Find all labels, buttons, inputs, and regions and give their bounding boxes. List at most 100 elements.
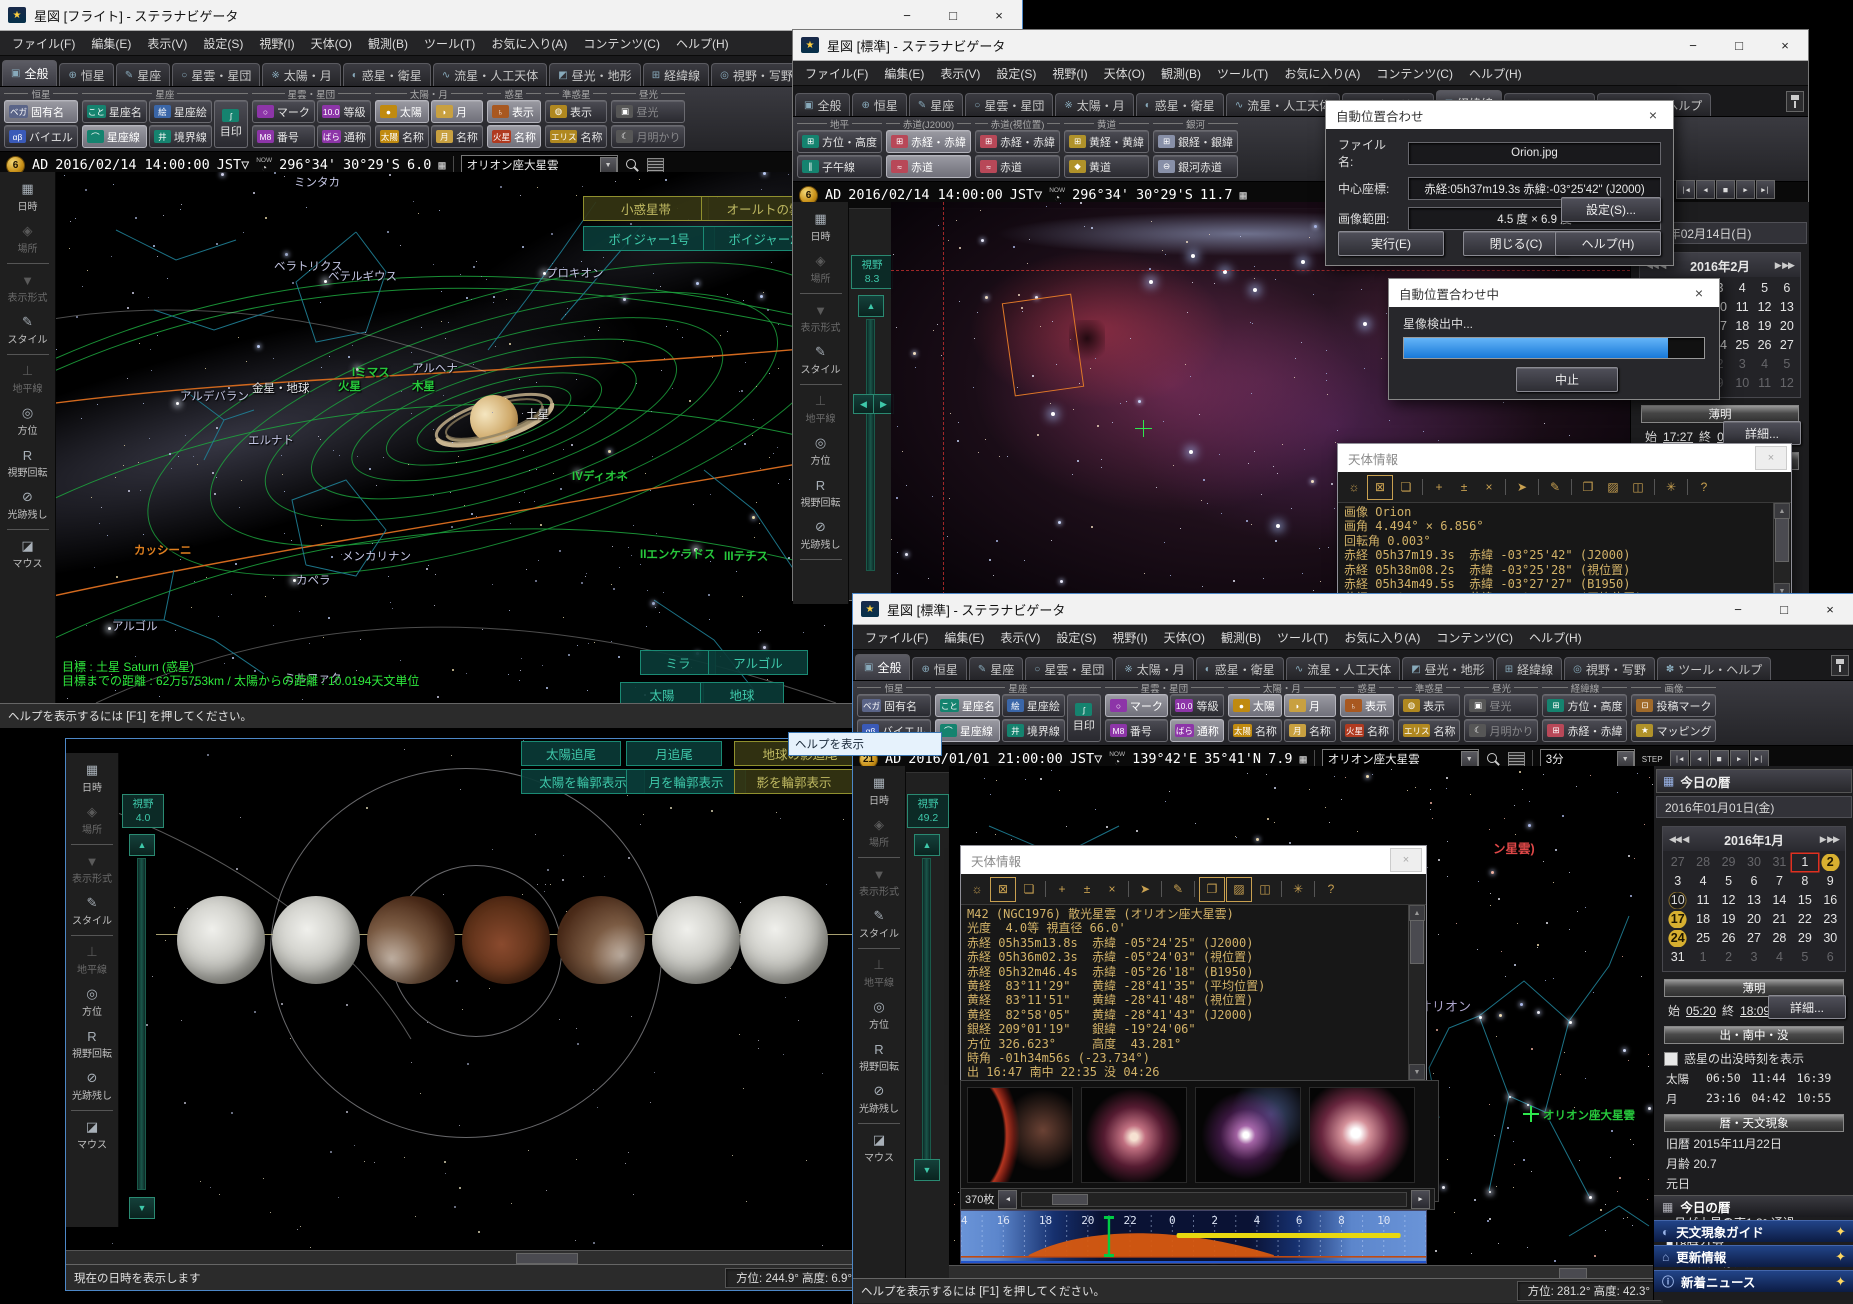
calendar-day[interactable]: 13 — [1741, 892, 1766, 909]
calendar-day[interactable]: 20 — [1776, 318, 1798, 335]
tab-星座[interactable]: ✎星座 — [116, 63, 170, 86]
detail-button[interactable]: 詳細... — [1723, 421, 1801, 445]
toolbar-button-子午線[interactable]: ∥子午線 — [797, 155, 882, 178]
scroll-thumb[interactable] — [1410, 920, 1424, 964]
vertical-scrollbar[interactable]: ▲▼ — [1773, 503, 1790, 599]
calendar-day[interactable]: 17 — [1665, 911, 1690, 928]
calendar-day[interactable]: 6 — [1776, 280, 1798, 297]
calendar-day[interactable]: 28 — [1767, 930, 1792, 947]
help-icon[interactable]: ? — [1692, 476, 1716, 499]
toolbar-button-星座絵[interactable]: 絵星座絵 — [149, 100, 212, 123]
calendar-day[interactable]: 9 — [1818, 873, 1843, 890]
scroll-thumb[interactable] — [516, 1253, 578, 1264]
panels-icon[interactable]: ◫ — [1253, 878, 1277, 901]
toolbar-button-番号[interactable]: M8番号 — [1105, 719, 1168, 742]
datetime-value[interactable]: 2016/02/14 14:00:00 — [848, 187, 1002, 203]
latitude[interactable]: 35°41'N — [1204, 751, 1261, 767]
calendar-day[interactable]: 1 — [1792, 854, 1817, 871]
settings-button[interactable]: 設定(S)... — [1561, 197, 1661, 222]
sidebar-item-視野回転[interactable]: R視野回転 — [67, 1023, 117, 1065]
close-button[interactable]: 閉じる(C) — [1463, 231, 1569, 256]
eclipse-view[interactable]: 太陽追尾月追尾地球の影追尾太陽を輪郭表示月を輪郭表示影を輪郭表示 — [66, 739, 855, 1250]
menu-item[interactable]: お気に入り(A) — [483, 32, 575, 55]
shapes-icon[interactable]: ❏ — [1394, 476, 1418, 499]
toolbar-button-マッピング[interactable]: ★マッピング — [1631, 719, 1716, 742]
calendar-day[interactable]: 30 — [1818, 930, 1843, 947]
menu-item[interactable]: 天体(O) — [1096, 62, 1153, 85]
map-button[interactable]: ボイジャー1号 — [583, 226, 715, 251]
longitude[interactable]: 296°34' — [279, 157, 336, 173]
photo-thumbnail[interactable] — [967, 1087, 1073, 1183]
toolbar-button-等級[interactable]: 10.0等級 — [1170, 694, 1224, 717]
playback-button[interactable]: ▶| — [1756, 180, 1775, 199]
tab-経緯線[interactable]: ⊞経緯線 — [643, 63, 709, 86]
toolbar-button-投稿マーク[interactable]: ⊡投稿マーク — [1631, 694, 1716, 717]
calendar-day[interactable]: 19 — [1716, 911, 1741, 928]
toolbar-button-番号[interactable]: M8番号 — [252, 125, 315, 148]
tab-星雲・星団[interactable]: ○星雲・星団 — [1025, 657, 1113, 680]
map-hscrollbar[interactable] — [949, 1265, 1653, 1279]
calendar-day[interactable]: 15 — [1792, 892, 1817, 909]
menu-item[interactable]: 表示(V) — [932, 62, 988, 85]
sidebar-item-表示形式[interactable]: ▼表示形式 — [796, 297, 846, 339]
menu-item[interactable]: 編集(E) — [936, 626, 992, 649]
calendar-day[interactable]: 1 — [1690, 949, 1715, 966]
calendar-day[interactable]: 26 — [1716, 930, 1741, 947]
menu-item[interactable]: ヘルプ(H) — [1461, 62, 1530, 85]
map-hscrollbar[interactable] — [66, 1250, 855, 1264]
sidebar-item-スタイル[interactable]: ✎スタイル — [3, 309, 53, 351]
toolbar-button-黄経・黄緯[interactable]: ⊞黄経・黄緯 — [1064, 130, 1149, 153]
calendar-day[interactable]: 12 — [1716, 892, 1741, 909]
next-year-button[interactable]: ▶ ▶▶ — [1775, 260, 1794, 271]
calendar-day[interactable]: 4 — [1690, 873, 1715, 890]
calendar-day[interactable]: 24 — [1665, 930, 1690, 947]
sidebar-item-表示形式[interactable]: ▼表示形式 — [854, 861, 904, 903]
menu-item[interactable]: 視野(I) — [1044, 62, 1095, 85]
menu-item[interactable]: ファイル(F) — [797, 62, 876, 85]
crosshair-icon[interactable]: + — [1050, 878, 1074, 901]
sidebar-item-視野回転[interactable]: R視野回転 — [796, 472, 846, 514]
accordion-bar[interactable]: ⓘ新着ニュース✦ — [1654, 1270, 1853, 1292]
calendar-day[interactable]: 19 — [1753, 318, 1775, 335]
list-icon[interactable] — [647, 158, 664, 173]
map-button[interactable]: 太陽追尾 — [521, 741, 621, 766]
calendar-day[interactable]: 30 — [1741, 854, 1766, 871]
menu-item[interactable]: ツール(T) — [1209, 62, 1276, 85]
start-time[interactable]: 17:27 — [1663, 430, 1693, 444]
toolbar-button-名称[interactable]: エリス名称 — [545, 125, 608, 148]
scroll-down-button[interactable]: ▼ — [1409, 1064, 1425, 1080]
sidebar-item-表示形式[interactable]: ▼表示形式 — [67, 848, 117, 890]
accordion-bar[interactable]: ▦今日の暦 — [1654, 1195, 1853, 1217]
toolbar-button-目印[interactable]: ʃ目印 — [1067, 694, 1101, 742]
menu-item[interactable]: 設定(S) — [1048, 626, 1104, 649]
calendar-day[interactable]: 10 — [1665, 892, 1690, 909]
toolbar-button-昼光[interactable]: ▣昼光 — [1464, 694, 1538, 717]
playback-button[interactable]: ■ — [1716, 180, 1735, 199]
scroll-thumb[interactable] — [1775, 518, 1789, 562]
menu-item[interactable]: 観測(B) — [1153, 62, 1209, 85]
toolbar-button-太陽[interactable]: ●太陽 — [1228, 694, 1282, 717]
toolbar-button-マーク[interactable]: ○マーク — [252, 100, 315, 123]
vertical-scrollbar[interactable]: ▲▼ — [1408, 905, 1425, 1080]
photo-thumbnail[interactable] — [1309, 1087, 1415, 1183]
sun-icon[interactable]: ☼ — [965, 878, 989, 901]
image-icon[interactable]: ▨ — [1601, 476, 1625, 499]
sidebar-item-日時[interactable]: ▦日時 — [796, 206, 846, 248]
toolbar-button-等級[interactable]: 10.0等級 — [317, 100, 371, 123]
calendar-day[interactable]: 23 — [1818, 911, 1843, 928]
toolbar-button-赤道[interactable]: ≈赤道 — [886, 155, 971, 178]
close-icon[interactable]: × — [1390, 848, 1422, 872]
sidebar-item-視野回転[interactable]: R視野回転 — [854, 1036, 904, 1078]
tab-全般[interactable]: ▣全般 — [2, 60, 57, 86]
calendar-day[interactable]: 29 — [1716, 854, 1741, 871]
visibility-timeline[interactable]: 14161820220246810 — [960, 1210, 1427, 1264]
sidebar-item-表示形式[interactable]: ▼表示形式 — [3, 267, 53, 309]
menu-item[interactable]: 設定(S) — [195, 32, 251, 55]
sidebar-item-マウス[interactable]: ◪マウス — [67, 1114, 117, 1156]
sidebar-item-スタイル[interactable]: ✎スタイル — [67, 890, 117, 932]
crosshair-add-icon[interactable]: ± — [1452, 476, 1476, 499]
calendar-day[interactable]: 6 — [1818, 949, 1843, 966]
fov-slider[interactable] — [922, 858, 931, 1160]
toolbar-button-固有名[interactable]: ベガ固有名 — [857, 694, 931, 717]
close-icon[interactable]: × — [1681, 281, 1717, 305]
